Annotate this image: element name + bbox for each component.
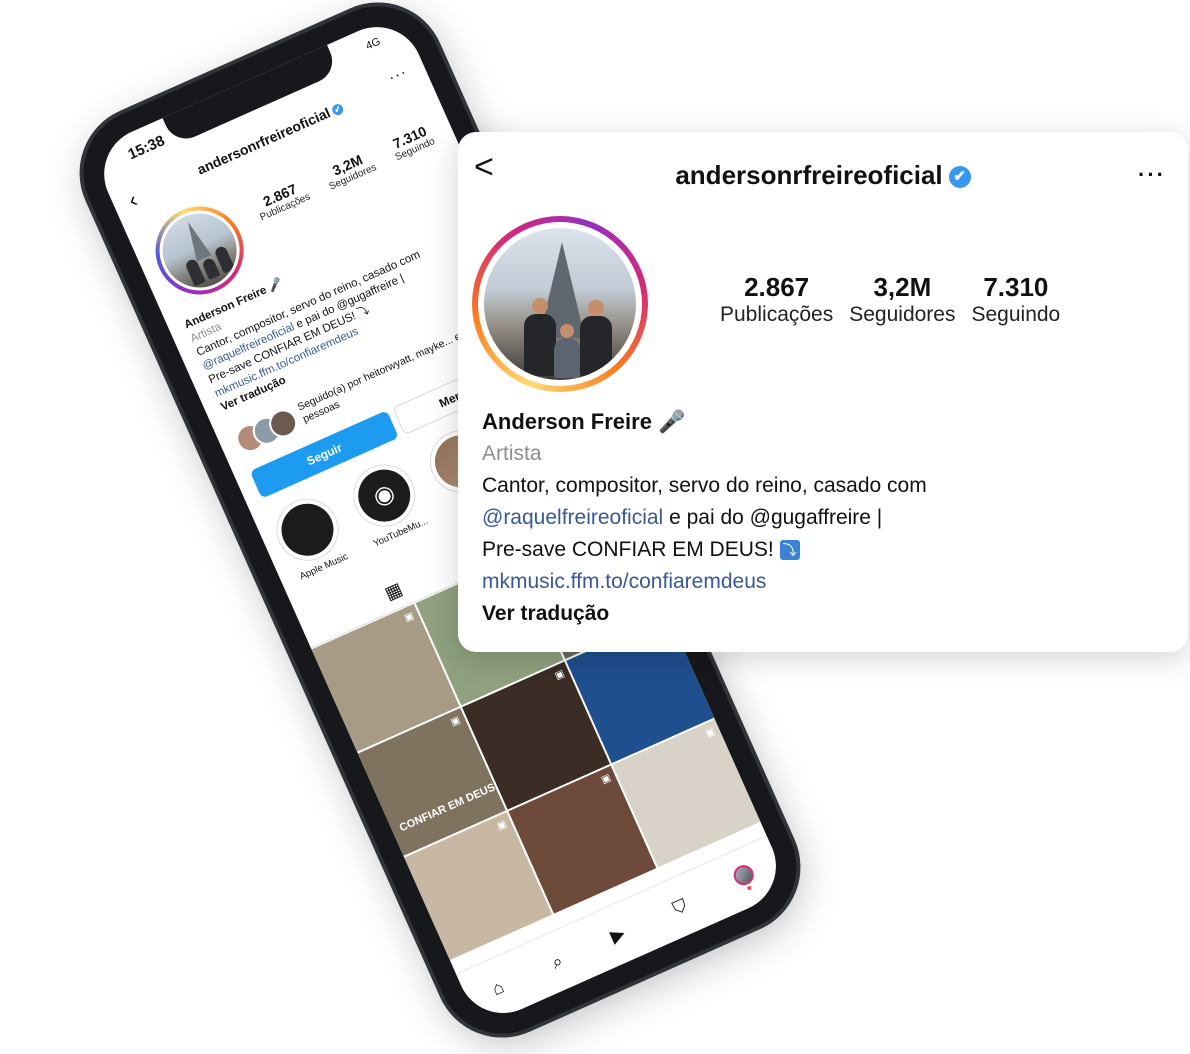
arrow-down-icon: ⤵ xyxy=(779,540,800,561)
person-figure xyxy=(524,314,556,376)
mention-link[interactable]: @raquelfreireoficial xyxy=(482,506,663,529)
grid-icon[interactable]: ▦ xyxy=(382,579,406,605)
reel-icon: ▣ xyxy=(599,772,613,787)
person-figure xyxy=(580,316,612,376)
eiffel-tower-shape xyxy=(180,218,212,262)
reel-icon: ▣ xyxy=(449,714,463,729)
username-text: andersonrfreireoficial xyxy=(675,160,943,190)
stat-posts[interactable]: 2.867 Publicações xyxy=(720,272,833,328)
stat-followers[interactable]: 3,2M Seguidores xyxy=(849,272,955,328)
status-network: 4G xyxy=(364,35,383,53)
person-head xyxy=(560,324,574,338)
verified-badge-icon: ✔ xyxy=(330,102,345,117)
reel-icon: ▣ xyxy=(402,610,416,625)
reel-icon: ▣ xyxy=(553,668,567,683)
bio-text: e pai do @gugaffreire | xyxy=(663,506,883,529)
shop-icon[interactable]: ⛉ xyxy=(669,895,690,920)
profile-zoom-card: < andersonrfreireoficial ✔ ··· 2.867 Publ… xyxy=(458,132,1188,652)
search-icon[interactable]: ⌕ xyxy=(548,950,566,973)
stat-followers[interactable]: 3,2M Seguidores xyxy=(321,147,379,192)
status-time: 15:38 xyxy=(125,132,168,164)
profile-name: Anderson Freire 🎤 xyxy=(482,409,686,434)
profile-bio: Anderson Freire 🎤 Artista Cantor, compos… xyxy=(482,406,1168,630)
apple-icon xyxy=(273,495,342,565)
person-figure xyxy=(554,338,580,378)
profile-avatar[interactable] xyxy=(472,216,648,392)
profile-avatar[interactable] xyxy=(141,192,258,309)
stat-posts[interactable]: 2.867 Publicações xyxy=(252,177,312,224)
person-head xyxy=(532,298,548,314)
stat-label: Publicações xyxy=(720,303,834,326)
avatar-photo xyxy=(150,201,249,300)
stat-following[interactable]: 7.310 Seguindo xyxy=(387,121,436,163)
avatar-frame xyxy=(478,222,642,386)
avatar-photo xyxy=(484,228,636,380)
stat-number: 3,2M xyxy=(873,272,932,302)
stat-following[interactable]: 7.310 Seguindo xyxy=(971,272,1060,328)
stat-number: 2.867 xyxy=(744,272,810,302)
stat-label: Seguidores xyxy=(849,303,956,326)
verified-badge-icon: ✔ xyxy=(948,166,971,189)
reel-icon: ▣ xyxy=(703,726,717,740)
bio-line: @raquelfreireoficial e pai do @gugaffrei… xyxy=(482,502,1168,534)
profile-category: Artista xyxy=(482,442,542,465)
bio-text: Pre-save CONFIAR EM DEUS! xyxy=(482,538,780,561)
stat-number: 7.310 xyxy=(983,272,1049,302)
play-circle-icon: ◉ xyxy=(349,461,419,530)
profile-nav[interactable] xyxy=(730,862,759,894)
notification-dot xyxy=(746,885,752,891)
profile-nav-avatar xyxy=(730,862,757,889)
person-head xyxy=(588,300,604,316)
reel-icon: ▣ xyxy=(495,818,509,833)
bio-line: Cantor, compositor, servo do reino, casa… xyxy=(482,474,927,497)
bio-line: Pre-save CONFIAR EM DEUS! ⤵ xyxy=(482,534,1168,566)
reels-icon[interactable]: ▶ xyxy=(607,922,628,947)
profile-username: andersonrfreireoficial✔ xyxy=(458,160,1188,191)
stat-label: Seguindo xyxy=(971,303,1061,326)
bio-website-link[interactable]: mkmusic.ffm.to/confiaremdeus xyxy=(482,566,1168,598)
avatar-frame xyxy=(146,197,253,304)
profile-stats: 2.867 Publicações 3,2M Seguidores 7.310 … xyxy=(720,272,1060,328)
more-options-icon[interactable]: ··· xyxy=(1138,162,1166,188)
translate-link[interactable]: Ver tradução xyxy=(482,598,1168,630)
home-icon[interactable]: ⌂ xyxy=(489,976,507,1000)
